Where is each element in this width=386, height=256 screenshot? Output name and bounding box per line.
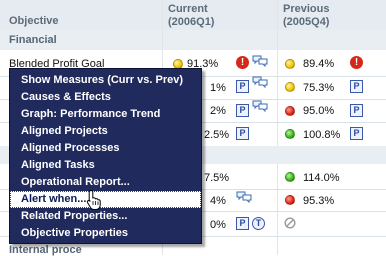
menu-item-graph-trend[interactable]: Graph: Performance Trend — [10, 106, 201, 123]
previous-value: 95.0% — [303, 105, 334, 117]
menu-item-causes-effects[interactable]: Causes & Effects — [10, 89, 201, 106]
section-internal-process-label: Internal proce — [9, 244, 82, 256]
menu-item-operational-report[interactable]: Operational Report... — [10, 174, 201, 191]
menu-item-aligned-processes[interactable]: Aligned Processes — [10, 140, 201, 157]
hand-cursor-icon — [86, 189, 104, 211]
previous-column-header: Previous — [283, 3, 329, 16]
status-yellow-icon — [285, 59, 295, 69]
property-icon[interactable]: P — [236, 80, 249, 93]
menu-item-related-properties[interactable]: Related Properties... — [10, 208, 201, 225]
comment-icon[interactable] — [236, 191, 252, 204]
current-value: 7.5% — [204, 172, 229, 184]
property-icon[interactable]: P — [350, 127, 363, 140]
objective-column-header: Objective — [9, 15, 59, 28]
previous-value: 100.8% — [303, 129, 340, 141]
comment-icon[interactable] — [252, 100, 268, 113]
status-red-icon — [285, 106, 295, 116]
property-icon[interactable]: P — [236, 104, 249, 117]
menu-item-aligned-tasks[interactable]: Aligned Tasks — [10, 157, 201, 174]
target-icon[interactable]: T — [252, 217, 265, 230]
current-value: 1% — [210, 82, 226, 94]
status-yellow-icon — [285, 82, 295, 92]
current-value: 0% — [210, 219, 226, 231]
current-value: 4% — [210, 195, 226, 207]
current-value: 2% — [210, 105, 226, 117]
comment-icon[interactable] — [252, 55, 268, 68]
warning-icon[interactable]: ! — [350, 56, 363, 69]
warning-icon[interactable]: ! — [236, 56, 249, 69]
previous-value: 114.0% — [303, 172, 340, 184]
previous-period-label: (2005Q4) — [283, 16, 329, 29]
menu-item-alert-when[interactable]: Alert when... — [10, 191, 201, 208]
status-green-icon — [285, 172, 295, 182]
status-green-icon — [285, 129, 295, 139]
current-period-label: (2006Q1) — [168, 16, 214, 29]
menu-item-aligned-projects[interactable]: Aligned Projects — [10, 123, 201, 140]
menu-item-show-measures[interactable]: Show Measures (Curr vs. Prev) — [10, 72, 201, 89]
comment-icon[interactable] — [252, 76, 268, 89]
property-icon[interactable]: P — [236, 217, 249, 230]
context-menu: Show Measures (Curr vs. Prev) Causes & E… — [9, 68, 202, 244]
property-icon[interactable]: P — [350, 80, 363, 93]
current-column-header: Current — [168, 3, 208, 16]
previous-value: 89.4% — [303, 58, 334, 70]
no-data-icon — [284, 217, 296, 229]
property-icon[interactable]: P — [350, 104, 363, 117]
previous-value: 75.3% — [303, 82, 334, 94]
menu-item-objective-properties[interactable]: Objective Properties — [10, 225, 201, 242]
status-red-icon — [285, 195, 295, 205]
previous-value: 95.3% — [303, 195, 334, 207]
current-value: 2.5% — [204, 129, 229, 141]
scorecard-view: Objective Current (2006Q1) Previous (200… — [0, 0, 386, 255]
column-separator — [277, 0, 278, 255]
property-icon[interactable]: P — [236, 127, 249, 140]
section-financial — [0, 30, 386, 50]
section-financial-label: Financial — [9, 34, 57, 46]
